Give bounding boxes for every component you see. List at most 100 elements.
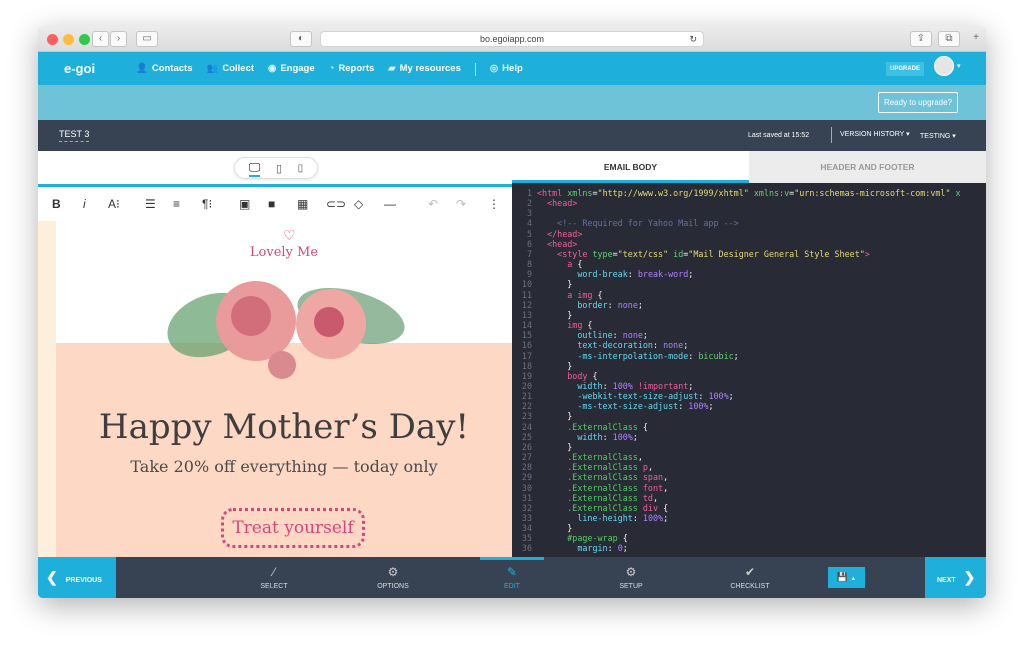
nav-item-my-resources[interactable]: ▰ My resources [388,63,461,76]
code-line: 33 line-height: 100%; [512,513,961,523]
nav-item-label: Collect [222,63,255,74]
code-token: .ExternalClass [537,452,638,463]
paragraph-icon[interactable]: ¶⁝ [202,197,212,211]
sidebar-icon[interactable]: ▭ [136,31,158,47]
image-icon[interactable]: ▣ [239,197,250,211]
step-setup[interactable]: ⚙ SETUP [601,565,661,590]
tab-email-body[interactable]: EMAIL BODY [512,151,749,183]
divider-line-icon[interactable]: — [384,197,396,211]
code-editor[interactable]: 1 <html xmlns="http://www.w3.org/1999/xht… [512,188,961,554]
tabs-icon[interactable]: ⧉ [938,31,960,47]
campaign-name[interactable]: TEST 3 [59,129,90,142]
line-number: 34 [521,523,532,534]
line-number: 36 [521,543,532,554]
italic-icon[interactable]: i [83,197,86,211]
privacy-shield-icon[interactable]: ◐ [290,31,312,47]
tab-header-footer[interactable]: HEADER AND FOOTER [749,151,986,183]
align-icon[interactable]: ☰ [145,197,156,211]
reload-icon[interactable]: ↻ [689,32,697,47]
headline[interactable]: Happy Mother’s Day! [56,407,512,447]
forward-icon[interactable]: › [110,31,127,47]
step-options[interactable]: ⚙ OPTIONS [363,565,423,590]
code-token: ; [683,340,689,351]
step-label: SETUP [619,583,643,590]
new-tab-icon[interactable]: + [968,31,984,47]
more-icon[interactable]: ⋮ [488,197,500,211]
line-height-icon[interactable]: ≡ [173,197,180,211]
back-icon[interactable]: ‹ [92,31,109,47]
ready-to-upgrade-button[interactable]: Ready to upgrade? [877,92,958,113]
bottom-bar: ❮ PREVIOUS ⁄ SELECT ⚙ OPTIONS ✎ EDIT ⚙ SETUP ✔ CHE… [38,557,986,598]
next-button[interactable]: NEXT ❯ [925,557,986,598]
testing-dropdown[interactable]: TESTING ▾ [920,132,956,140]
code-token: } [537,360,573,371]
save-button[interactable]: 💾 ▲ [828,567,865,588]
code-line: 18 } [512,361,961,371]
version-history-dropdown[interactable]: VERSION HISTORY ▾ [831,127,910,143]
step-label: EDIT [504,583,520,590]
line-number: 33 [521,513,532,523]
code-token: : [602,380,613,391]
avatar[interactable] [934,56,954,76]
line-number: 28 [521,462,532,473]
code-token: xmlns:v [753,188,790,198]
upgrade-button[interactable]: UPGRADE [886,62,925,76]
code-line: 30 .ExternalClass font, [512,483,961,493]
line-number: 10 [521,279,532,290]
nav-item-help[interactable]: ◎ Help [490,63,523,76]
code-token: a img [537,289,593,300]
previous-button[interactable]: ❮ PREVIOUS [38,557,116,598]
tag-icon[interactable]: ◇ [354,197,363,211]
code-token: { [637,421,648,432]
code-line: 16 text-decoration: none; [512,340,961,350]
subheadline[interactable]: Take 20% off everything — today only [56,457,512,476]
code-line: 22 -ms-text-size-adjust: 100%; [512,401,961,411]
code-token: "text/css" [617,248,669,259]
code-token: : [607,543,618,554]
table-icon[interactable]: ▦ [297,197,308,211]
code-line: 13 } [512,310,961,320]
tablet-icon[interactable]: ▯ [276,162,282,175]
close-window-button[interactable] [47,34,58,45]
code-token: "Mail Designer General Style Sheet" [688,248,865,259]
nav-item-engage[interactable]: ◉ Engage [268,63,315,76]
nav-item-label: Help [502,63,523,74]
line-number: 18 [521,360,532,371]
undo-icon[interactable]: ↶ [428,197,438,211]
link-icon[interactable]: ⊂⊃ [326,197,346,211]
font-size-icon[interactable]: A⁝ [108,197,120,211]
url-bar[interactable]: bo.egoiapp.com ↻ [320,31,704,47]
code-line: 6 <head> [512,239,961,249]
code-token: { [617,533,628,544]
redo-icon[interactable]: ↷ [456,197,466,211]
code-token: ; [688,269,694,280]
step-edit[interactable]: ✎ EDIT [482,565,542,590]
mobile-icon[interactable]: ▯ [298,163,304,174]
treat-yourself-button[interactable]: Treat yourself [221,508,365,548]
code-line: 1 <html xmlns="http://www.w3.org/1999/xht… [512,188,961,198]
nav-item-label: Contacts [151,63,193,74]
nav-item-collect[interactable]: 👥 Collect [207,63,255,76]
step-select[interactable]: ⁄ SELECT [244,565,304,590]
code-token: : [602,431,613,442]
step-checklist[interactable]: ✔ CHECKLIST [720,565,780,590]
video-icon[interactable]: ■ [268,197,275,211]
line-number: 5 [526,228,532,239]
code-token: .ExternalClass [537,492,643,503]
chevron-left-icon: ❮ [46,569,58,585]
code-token: none [622,330,643,341]
zoom-window-button[interactable] [79,34,90,45]
minimize-window-button[interactable] [63,34,74,45]
nav-item-reports[interactable]: ◔ Reports [329,63,375,76]
save-icon: 💾 [836,572,848,582]
bold-icon[interactable]: B [52,197,61,211]
share-icon[interactable]: ⇪ [910,31,932,47]
nav-item-label: Engage [280,63,315,74]
desktop-icon[interactable]: 🖵 [248,160,261,177]
chevron-down-icon[interactable]: ▾ [957,62,961,70]
format-toolbar: B i A⁝ ☰ ≡ ¶⁝ ▣ ■ ▦ ⊂⊃ ◇ — ↶ ↷ ⋮ [38,191,512,219]
code-token: { [572,259,583,270]
previous-label: PREVIOUS [65,577,102,584]
nav-item-contacts[interactable]: 👤 Contacts [136,63,193,76]
line-number: 31 [521,492,532,503]
